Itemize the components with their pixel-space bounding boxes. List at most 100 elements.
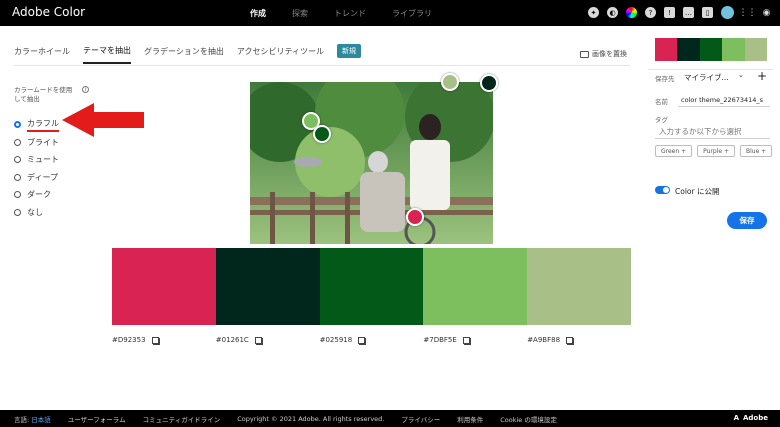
source-photo[interactable] xyxy=(250,82,493,244)
hex-code[interactable]: #A9BF88 xyxy=(527,336,560,344)
nav-libraries[interactable]: ライブラリ xyxy=(392,8,432,19)
nav-explore[interactable]: 探索 xyxy=(292,8,308,19)
swatch[interactable] xyxy=(112,248,216,325)
footer-link-terms[interactable]: 利用条件 xyxy=(457,414,483,424)
hex-item: #025918 xyxy=(320,336,424,344)
photo-illustration xyxy=(250,82,493,244)
preview-swatch xyxy=(655,38,678,61)
publish-toggle[interactable] xyxy=(655,186,670,194)
preview-swatch xyxy=(699,38,723,61)
mood-option-none[interactable]: なし xyxy=(14,204,59,222)
nav-trends[interactable]: トレンド xyxy=(334,8,366,19)
color-wheel-icon[interactable] xyxy=(626,7,637,18)
tab-extract-theme[interactable]: テーマを抽出 xyxy=(83,45,131,64)
language-label: 言語: xyxy=(14,415,30,424)
hex-values: #D92353 #01261C #025918 #7DBF5E #A9BF88 xyxy=(112,336,631,344)
mobile-icon[interactable]: ▯ xyxy=(702,7,713,18)
swatch[interactable] xyxy=(319,248,424,325)
name-label: 名前 xyxy=(655,98,668,106)
theme-name-input[interactable]: color theme_22673414_s xyxy=(681,96,763,104)
help-icon[interactable]: ? xyxy=(645,7,656,18)
tab-accessibility-tools[interactable]: アクセシビリティツール xyxy=(237,46,324,63)
mood-label: ディープ xyxy=(27,172,58,182)
plugin-icon[interactable]: ✦ xyxy=(588,7,599,18)
mood-label: ミュート xyxy=(27,155,59,165)
add-library-icon[interactable]: + xyxy=(757,69,767,83)
footer-link-privacy[interactable]: プライバシー xyxy=(401,414,440,424)
name-input-underline xyxy=(678,106,770,107)
save-to-label: 保存先 xyxy=(655,75,675,83)
radio-icon[interactable] xyxy=(14,191,21,199)
alert-icon[interactable]: ! xyxy=(664,7,675,18)
language-value[interactable]: 日本語 xyxy=(31,416,51,424)
adobe-logo[interactable]: A Adobe xyxy=(734,414,768,422)
footer-link-cookies[interactable]: Cookie の環境設定 xyxy=(500,414,557,424)
mood-option-dark[interactable]: ダーク xyxy=(14,186,59,204)
hex-code[interactable]: #01261C xyxy=(216,336,249,344)
color-picker-handle[interactable] xyxy=(313,125,331,143)
app-title[interactable]: Adobe Color xyxy=(12,5,85,19)
tag-green[interactable]: Green + xyxy=(655,145,693,157)
copy-icon[interactable] xyxy=(151,336,159,344)
chevron-down-icon[interactable]: ⌄ xyxy=(738,71,744,79)
hex-item: #01261C xyxy=(216,336,320,344)
copy-icon[interactable] xyxy=(566,336,574,344)
save-button[interactable]: 保存 xyxy=(727,212,767,229)
tab-divider xyxy=(14,65,630,66)
eye-icon[interactable]: ◉ xyxy=(761,7,772,18)
feedback-icon[interactable]: … xyxy=(683,7,694,18)
tag-input[interactable]: 入力するか以下から選択 xyxy=(659,126,742,137)
tab-extract-gradient[interactable]: グラデーションを抽出 xyxy=(144,46,224,63)
annotation-arrow-icon xyxy=(62,103,144,137)
tag-input-underline xyxy=(655,138,770,139)
adobe-label: Adobe xyxy=(743,414,768,422)
library-select[interactable]: マイライブ... xyxy=(684,72,729,83)
footer-link-guidelines[interactable]: コミュニティガイドライン xyxy=(143,414,221,424)
color-picker-handle[interactable] xyxy=(441,73,459,91)
mood-option-deep[interactable]: ディープ xyxy=(14,169,59,187)
tab-color-wheel[interactable]: カラーホイール xyxy=(14,46,70,63)
swatch[interactable] xyxy=(215,248,320,325)
hex-code[interactable]: #7DBF5E xyxy=(423,336,456,344)
info-icon[interactable]: i xyxy=(82,86,89,93)
preview-swatch xyxy=(722,38,745,61)
theme-preview xyxy=(655,38,768,61)
adobe-logo-icon: A xyxy=(733,414,739,422)
preview-swatch xyxy=(677,38,700,61)
footer-link-forum[interactable]: ユーザーフォーラム xyxy=(68,414,126,424)
theme-icon[interactable]: ◐ xyxy=(607,7,618,18)
copyright-text: Copyright © 2021 Adobe. All rights reser… xyxy=(237,414,385,423)
color-picker-handle[interactable] xyxy=(406,208,424,226)
mood-label: なし xyxy=(27,207,43,217)
radio-icon[interactable] xyxy=(14,208,21,216)
panel-divider xyxy=(648,69,773,70)
radio-icon[interactable] xyxy=(14,138,21,146)
swatch[interactable] xyxy=(423,248,528,325)
mood-option-colorful[interactable]: カラフル xyxy=(14,116,59,134)
radio-icon[interactable] xyxy=(14,156,21,164)
hex-code[interactable]: #025918 xyxy=(320,336,353,344)
publish-label: Color に公開 xyxy=(675,187,720,196)
mood-options: カラフル ブライト ミュート ディープ ダーク なし xyxy=(14,116,59,221)
radio-selected-icon[interactable] xyxy=(14,121,21,129)
swatch[interactable] xyxy=(527,248,631,325)
apps-grid-icon[interactable]: ⋮⋮ xyxy=(739,7,757,18)
language-selector[interactable]: 言語: 日本語 xyxy=(14,414,51,424)
mood-title: カラームードを使用して抽出 xyxy=(14,86,73,103)
hex-item: #A9BF88 xyxy=(527,336,631,344)
color-picker-handle[interactable] xyxy=(480,74,498,92)
copy-icon[interactable] xyxy=(462,336,470,344)
mood-option-muted[interactable]: ミュート xyxy=(14,151,59,169)
tag-blue[interactable]: Blue + xyxy=(740,145,773,157)
copy-icon[interactable] xyxy=(254,336,262,344)
nav-create[interactable]: 作成 xyxy=(250,8,266,19)
copy-icon[interactable] xyxy=(358,336,366,344)
replace-image-button[interactable]: 画像を置換 xyxy=(580,49,627,59)
tag-purple[interactable]: Purple + xyxy=(697,145,735,157)
hex-code[interactable]: #D92353 xyxy=(112,336,146,344)
mood-option-bright[interactable]: ブライト xyxy=(14,134,59,152)
mood-label: カラフル xyxy=(27,118,59,132)
avatar[interactable] xyxy=(721,6,734,19)
theme-swatches xyxy=(112,248,631,325)
radio-icon[interactable] xyxy=(14,173,21,181)
